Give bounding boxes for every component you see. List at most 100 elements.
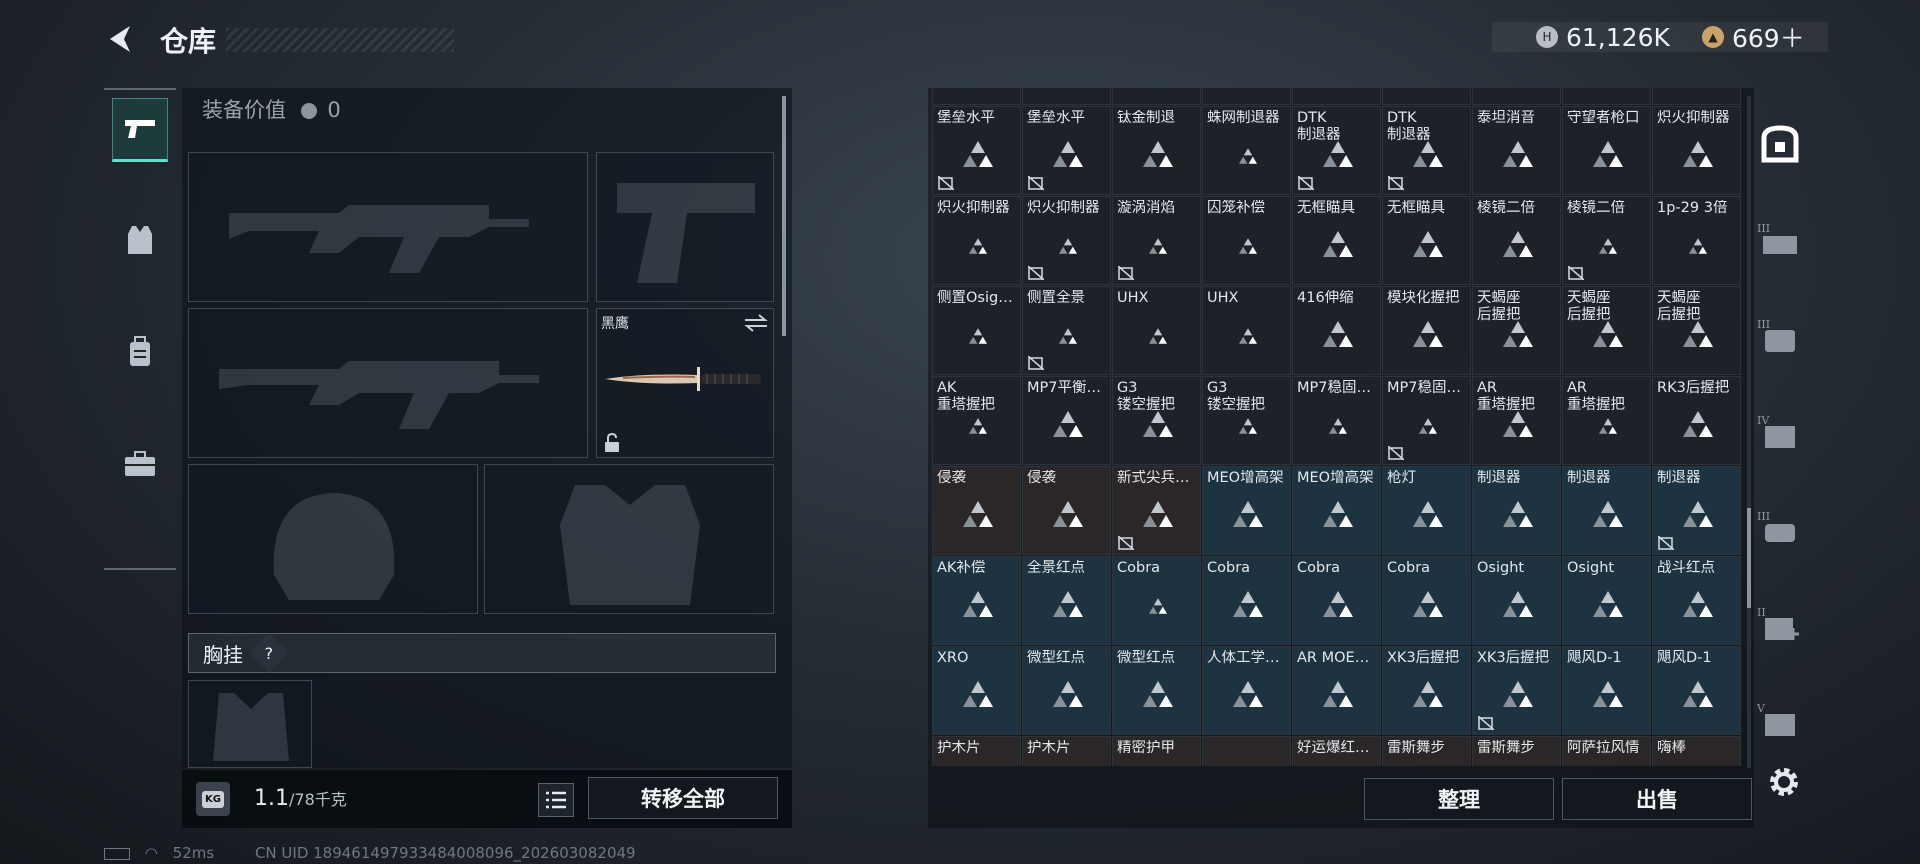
inventory-cell[interactable]: DTK 制退器 — [1292, 106, 1381, 195]
tab-tier-iv[interactable]: IV — [1756, 404, 1804, 460]
currency-gold[interactable]: ▲ 669＋ — [1702, 22, 1805, 53]
inventory-cell[interactable]: 人体工学… — [1202, 646, 1291, 735]
inventory-cell[interactable]: AK 重塔握把 — [932, 376, 1021, 465]
inventory-cell[interactable] — [1382, 88, 1471, 105]
inventory-cell[interactable]: 炽火抑制器 — [1022, 196, 1111, 285]
storage-scrollbar-track[interactable] — [1747, 96, 1751, 768]
inventory-cell[interactable]: 棱镜二倍 — [1562, 196, 1651, 285]
inventory-cell[interactable]: Cobra — [1202, 556, 1291, 645]
inventory-cell[interactable]: XRO — [932, 646, 1021, 735]
tab-tier-v[interactable]: V — [1756, 692, 1804, 748]
inventory-cell[interactable]: XK3后握把 — [1472, 646, 1561, 735]
inventory-cell[interactable]: Cobra — [1112, 556, 1201, 645]
inventory-cell[interactable]: UHX — [1202, 286, 1291, 375]
inventory-cell[interactable]: 护木片 — [1022, 736, 1111, 766]
inventory-cell[interactable]: MP7稳固… — [1382, 376, 1471, 465]
inventory-cell[interactable]: 好运爆红… — [1292, 736, 1381, 766]
primary-weapon-slot-2[interactable] — [188, 308, 588, 458]
inventory-cell[interactable]: 漩涡消焰 — [1112, 196, 1201, 285]
inventory-cell[interactable]: MEO增高架 — [1202, 466, 1291, 555]
swap-icon[interactable] — [743, 313, 769, 333]
settings-gear-icon[interactable] — [1766, 764, 1802, 800]
list-view-button[interactable] — [538, 783, 574, 817]
tab-safe-box[interactable] — [1756, 116, 1804, 172]
tab-tier-iii-b[interactable]: III — [1756, 308, 1804, 364]
inventory-cell[interactable] — [1562, 88, 1651, 105]
inventory-cell[interactable]: UHX — [1112, 286, 1201, 375]
tab-tier-iii-a[interactable]: III — [1756, 212, 1804, 268]
inventory-cell[interactable]: 雷斯舞步 — [1472, 736, 1561, 766]
inventory-cell[interactable] — [1112, 88, 1201, 105]
inventory-cell[interactable]: G3 镂空握把 — [1202, 376, 1291, 465]
inventory-cell[interactable]: XK3后握把 — [1382, 646, 1471, 735]
inventory-cell[interactable] — [1472, 88, 1561, 105]
inventory-cell[interactable]: 护木片 — [932, 736, 1021, 766]
inventory-cell[interactable]: 416伸缩 — [1292, 286, 1381, 375]
inventory-cell[interactable]: 新式尖兵… — [1112, 466, 1201, 555]
inventory-cell[interactable]: Cobra — [1292, 556, 1381, 645]
transfer-all-button[interactable]: 转移全部 — [588, 777, 778, 819]
inventory-cell[interactable]: 精密护甲 — [1112, 736, 1201, 766]
melee-slot[interactable]: 黑鹰 — [596, 308, 774, 458]
inventory-cell[interactable]: MP7平衡… — [1022, 376, 1111, 465]
back-arrow-icon[interactable] — [104, 22, 138, 56]
inventory-cell[interactable] — [1202, 736, 1291, 766]
inventory-cell[interactable]: 侵袭 — [932, 466, 1021, 555]
inventory-cell[interactable]: 泰坦消音 — [1472, 106, 1561, 195]
inventory-cell[interactable]: 钛金制退 — [1112, 106, 1201, 195]
inventory-cell[interactable]: 天蝎座 后握把 — [1562, 286, 1651, 375]
help-icon[interactable]: ? — [249, 633, 289, 673]
nav-armor[interactable] — [112, 208, 168, 272]
inventory-cell[interactable]: 微型红点 — [1112, 646, 1201, 735]
inventory-cell[interactable]: 无框瞄具 — [1292, 196, 1381, 285]
pistol-slot[interactable] — [596, 152, 774, 302]
inventory-cell[interactable]: 全景红点 — [1022, 556, 1111, 645]
inventory-cell[interactable]: 侧置Osig… — [932, 286, 1021, 375]
inventory-cell[interactable]: DTK 制退器 — [1382, 106, 1471, 195]
inventory-cell[interactable]: 嗨棒 — [1652, 736, 1741, 766]
inventory-cell[interactable]: AR 重塔握把 — [1562, 376, 1651, 465]
inventory-cell[interactable]: 炽火抑制器 — [1652, 106, 1741, 195]
storage-scrollbar-thumb[interactable] — [1747, 508, 1751, 608]
inventory-cell[interactable]: 飓风D-1 — [1652, 646, 1741, 735]
inventory-cell[interactable]: 侵袭 — [1022, 466, 1111, 555]
inventory-cell[interactable] — [1022, 88, 1111, 105]
inventory-cell[interactable]: 制退器 — [1562, 466, 1651, 555]
nav-backpack[interactable] — [112, 320, 168, 384]
inventory-cell[interactable]: 囚笼补偿 — [1202, 196, 1291, 285]
inventory-cell[interactable] — [1652, 88, 1741, 105]
inventory-cell[interactable]: 天蝎座 后握把 — [1652, 286, 1741, 375]
helmet-slot[interactable] — [188, 464, 478, 614]
inventory-cell[interactable]: 堡垒水平 — [932, 106, 1021, 195]
tab-tier-iii-c[interactable]: III — [1756, 500, 1804, 556]
inventory-cell[interactable]: 战斗红点 — [1652, 556, 1741, 645]
inventory-cell[interactable]: 枪灯 — [1382, 466, 1471, 555]
inventory-cell[interactable]: 棱镜二倍 — [1472, 196, 1561, 285]
inventory-cell[interactable]: MP7稳固… — [1292, 376, 1381, 465]
inventory-cell[interactable] — [932, 88, 1021, 105]
inventory-cell[interactable]: 飓风D-1 — [1562, 646, 1651, 735]
primary-weapon-slot-1[interactable] — [188, 152, 588, 302]
inventory-cell[interactable]: 侧置全景 — [1022, 286, 1111, 375]
inventory-cell[interactable]: Osight — [1472, 556, 1561, 645]
inventory-cell[interactable]: 制退器 — [1472, 466, 1561, 555]
inventory-cell[interactable]: 阿萨拉风情 — [1562, 736, 1651, 766]
organize-button[interactable]: 整理 — [1364, 778, 1554, 820]
inventory-cell[interactable]: 模块化握把 — [1382, 286, 1471, 375]
sell-button[interactable]: 出售 — [1562, 778, 1752, 820]
inventory-cell[interactable]: AR MOE… — [1292, 646, 1381, 735]
tab-tier-ii[interactable]: II — [1756, 596, 1804, 652]
inventory-cell[interactable]: 炽火抑制器 — [932, 196, 1021, 285]
inventory-cell[interactable] — [1292, 88, 1381, 105]
inventory-cell[interactable]: 守望者枪口 — [1562, 106, 1651, 195]
body-armor-slot[interactable] — [484, 464, 774, 614]
inventory-cell[interactable]: AR 重塔握把 — [1472, 376, 1561, 465]
inventory-cell[interactable]: G3 镂空握把 — [1112, 376, 1201, 465]
nav-case[interactable] — [112, 432, 168, 496]
inventory-cell[interactable]: 天蝎座 后握把 — [1472, 286, 1561, 375]
inventory-cell[interactable]: Osight — [1562, 556, 1651, 645]
inventory-cell[interactable]: 堡垒水平 — [1022, 106, 1111, 195]
inventory-cell[interactable]: 微型红点 — [1022, 646, 1111, 735]
nav-weapons[interactable] — [112, 98, 168, 162]
inventory-cell[interactable]: 无框瞄具 — [1382, 196, 1471, 285]
